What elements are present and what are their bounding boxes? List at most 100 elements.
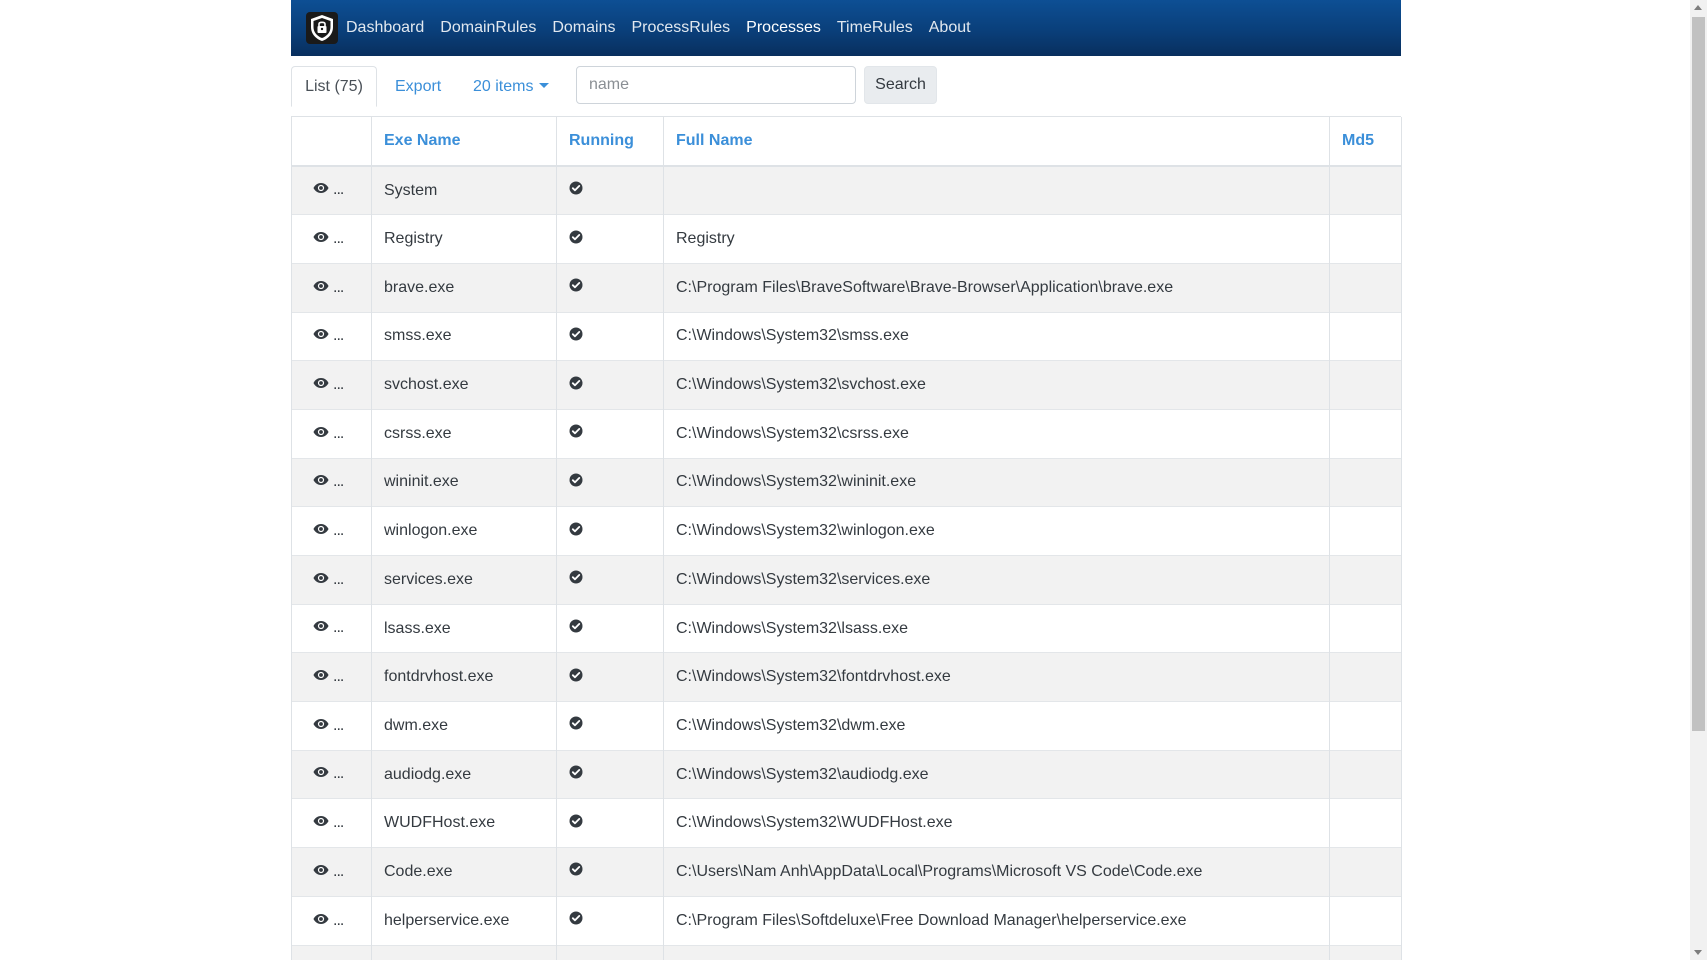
nav-process-rules[interactable]: ProcessRules	[631, 19, 730, 37]
table-row: ... lsass.exe C:\Windows\System32\lsass.ex…	[291, 603, 1402, 653]
more-actions-button[interactable]: ...	[333, 814, 344, 832]
column-header-full-name[interactable]: Full Name	[663, 117, 1330, 167]
more-actions-button[interactable]: ...	[333, 668, 344, 686]
page-size-dropdown[interactable]: 20 items	[473, 66, 550, 107]
row-actions: ...	[291, 847, 372, 897]
row-actions: ...	[291, 457, 372, 507]
running-cell	[556, 847, 664, 897]
full-name-cell: C:\Users\Nam Anh\AppData\Local\Programs\…	[663, 847, 1330, 897]
row-actions: ...	[291, 701, 372, 751]
more-actions-button[interactable]: ...	[333, 473, 344, 491]
vertical-scrollbar[interactable]	[1690, 0, 1707, 960]
full-name-cell: C:\Windows\System32\wininit.exe	[663, 457, 1330, 507]
eye-icon[interactable]	[313, 522, 329, 540]
nav-dashboard[interactable]: Dashboard	[346, 19, 424, 37]
check-circle-icon	[569, 862, 583, 881]
page: Dashboard DomainRules Domains ProcessRul…	[0, 0, 1707, 960]
more-actions-button[interactable]: ...	[333, 181, 344, 199]
eye-icon[interactable]	[313, 814, 329, 832]
exe-name-cell: dwm.exe	[371, 701, 557, 751]
more-actions-button[interactable]: ...	[333, 863, 344, 881]
more-actions-button[interactable]: ...	[333, 619, 344, 637]
running-cell	[556, 652, 664, 702]
column-header-md5[interactable]: Md5	[1329, 117, 1402, 167]
eye-icon[interactable]	[313, 230, 329, 248]
eye-icon[interactable]	[313, 327, 329, 345]
eye-icon[interactable]	[313, 765, 329, 783]
check-circle-icon	[569, 570, 583, 589]
eye-icon[interactable]	[313, 717, 329, 735]
scroll-down-icon[interactable]	[1694, 950, 1702, 955]
nav-time-rules[interactable]: TimeRules	[837, 19, 913, 37]
running-cell	[556, 457, 664, 507]
scroll-up-icon[interactable]	[1694, 5, 1702, 10]
more-actions-button[interactable]: ...	[333, 765, 344, 783]
row-actions: ...	[291, 555, 372, 605]
table-row: ... csrss.exe C:\Windows\System32\csrss.ex…	[291, 408, 1402, 459]
eye-icon[interactable]	[313, 473, 329, 491]
table-row: ... WUDFHost.exe C:\Windows\System32\WUDFH…	[291, 798, 1402, 848]
table-header-row: Exe Name Running Full Name Md5	[291, 117, 1402, 167]
exe-name-cell: helperservice.exe	[371, 895, 557, 945]
table-row: ... smss.exe C:\Windows\System32\smss.exe	[291, 311, 1402, 361]
more-actions-button[interactable]: ...	[333, 327, 344, 345]
more-actions-button[interactable]: ...	[333, 522, 344, 540]
running-cell	[556, 408, 664, 459]
more-actions-button[interactable]: ...	[333, 425, 344, 443]
check-circle-icon	[569, 668, 583, 687]
md5-cell	[1329, 311, 1402, 361]
running-cell	[556, 701, 664, 751]
tab-list[interactable]: List (75)	[291, 66, 377, 107]
table-row: ... Code.exe C:\Users\Nam Anh\AppData\Loca…	[291, 847, 1402, 897]
search-input[interactable]	[576, 66, 856, 104]
eye-icon[interactable]	[313, 571, 329, 589]
row-actions: ...	[291, 360, 372, 410]
nav-domain-rules[interactable]: DomainRules	[440, 19, 536, 37]
eye-icon[interactable]	[313, 181, 329, 199]
shield-lock-icon[interactable]	[306, 12, 338, 44]
nav-about[interactable]: About	[929, 19, 971, 37]
full-name-cell: C:\Windows\System32\svchost.exe	[663, 360, 1330, 410]
row-actions: ...	[291, 603, 372, 653]
eye-icon[interactable]	[313, 376, 329, 394]
md5-cell	[1329, 701, 1402, 751]
eye-icon[interactable]	[313, 912, 329, 930]
column-header-exe-name[interactable]: Exe Name	[371, 117, 557, 167]
nav-processes[interactable]: Processes	[746, 19, 821, 37]
more-actions-button[interactable]: ...	[333, 717, 344, 735]
eye-icon[interactable]	[313, 425, 329, 443]
more-actions-button[interactable]: ...	[333, 571, 344, 589]
scroll-thumb[interactable]	[1692, 17, 1705, 731]
check-circle-icon	[569, 765, 583, 784]
check-circle-icon	[569, 716, 583, 735]
md5-cell	[1329, 895, 1402, 945]
eye-icon[interactable]	[313, 619, 329, 637]
export-link[interactable]: Export	[395, 66, 441, 107]
md5-cell	[1329, 214, 1402, 264]
more-actions-button[interactable]: ...	[333, 912, 344, 930]
eye-icon[interactable]	[313, 279, 329, 297]
row-actions: ...	[291, 749, 372, 799]
md5-cell	[1329, 944, 1402, 960]
md5-cell	[1329, 603, 1402, 653]
more-actions-button[interactable]: ...	[333, 376, 344, 394]
md5-cell	[1329, 506, 1402, 556]
full-name-cell: C:\Windows\System32\dwm.exe	[663, 701, 1330, 751]
column-header-running[interactable]: Running	[556, 117, 664, 167]
table-row: ... winlogon.exe C:\Windows\System32\winlo…	[291, 506, 1402, 556]
running-cell	[556, 895, 664, 945]
eye-icon[interactable]	[313, 668, 329, 686]
more-actions-button[interactable]: ...	[333, 230, 344, 248]
search-button[interactable]: Search	[864, 66, 937, 104]
running-cell	[556, 214, 664, 264]
more-actions-button[interactable]: ...	[333, 279, 344, 297]
md5-cell	[1329, 798, 1402, 848]
check-circle-icon	[569, 230, 583, 249]
nav-domains[interactable]: Domains	[552, 19, 615, 37]
check-circle-icon	[569, 814, 583, 833]
check-circle-icon	[569, 278, 583, 297]
table-row: ... Registry Registry	[291, 214, 1402, 264]
eye-icon[interactable]	[313, 863, 329, 881]
full-name-cell: Registry	[663, 214, 1330, 264]
table-row: ... dwm.exe C:\Windows\System32\dwm.exe	[291, 701, 1402, 751]
